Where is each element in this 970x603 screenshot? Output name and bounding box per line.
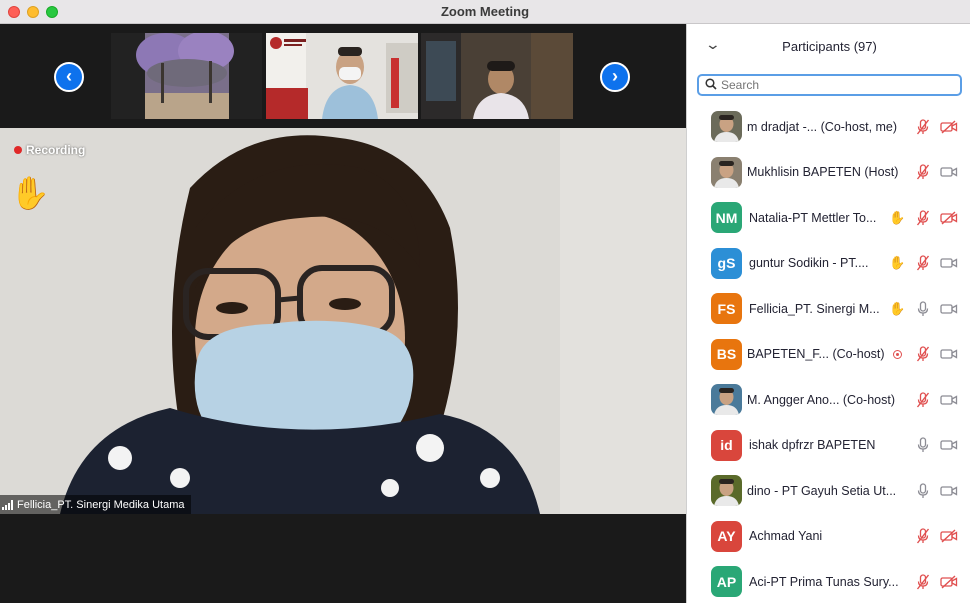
video-icon[interactable]	[940, 302, 958, 316]
participant-video-thumbnail[interactable]	[421, 33, 573, 119]
participant-name: M. Angger Ano... (Co-host)	[747, 392, 895, 407]
participant-row[interactable]: AY Achmad Yani	[687, 514, 970, 560]
raised-hand-icon: ✋	[10, 175, 50, 211]
avatar: AY	[711, 520, 742, 552]
chevron-left-icon: ‹	[66, 66, 72, 86]
participants-panel: ⌄ Participants (97) m dradjat -... (Co-h…	[686, 24, 970, 603]
search-icon	[705, 77, 717, 93]
video-icon[interactable]	[940, 347, 958, 361]
participant-name: guntur Sodikin - PT....	[749, 256, 869, 271]
participant-row[interactable]: id ishak dpfrzr BAPETEN	[687, 423, 970, 469]
participant-name: Mukhlisin BAPETEN (Host)	[747, 165, 899, 180]
participant-row[interactable]: AP Aci-PT Prima Tunas Sury...	[687, 559, 970, 603]
mic-muted-icon[interactable]	[916, 528, 930, 544]
mic-muted-icon[interactable]	[916, 210, 930, 226]
avatar: gS	[711, 247, 742, 279]
mic-icon[interactable]	[916, 483, 930, 499]
avatar	[711, 384, 742, 416]
panel-header: ⌄ Participants (97)	[687, 24, 970, 68]
mic-muted-icon[interactable]	[916, 119, 930, 135]
avatar: id	[711, 429, 742, 461]
participant-row[interactable]: Mukhlisin BAPETEN (Host)	[687, 150, 970, 196]
raised-hand-icon: ✋	[889, 255, 906, 271]
participant-row[interactable]: FS Fellicia_PT. Sinergi M... ✋	[687, 286, 970, 332]
avatar: AP	[711, 566, 742, 598]
gallery-strip: ‹ ›	[0, 24, 686, 128]
recording-status-icon	[893, 349, 902, 359]
gallery-prev-button[interactable]: ‹	[54, 62, 84, 92]
chevron-right-icon: ›	[612, 66, 618, 86]
participant-video-thumbnail[interactable]	[111, 33, 262, 119]
raised-hand-icon: ✋	[889, 209, 906, 225]
video-icon[interactable]	[940, 256, 958, 270]
mic-icon[interactable]	[916, 437, 930, 453]
participant-name: Aci-PT Prima Tunas Sury...	[749, 574, 899, 589]
video-icon[interactable]	[940, 484, 958, 498]
participant-video-thumbnail[interactable]	[266, 33, 418, 119]
search-box[interactable]	[697, 74, 962, 96]
speaker-video-image	[0, 128, 686, 514]
video-off-icon[interactable]	[940, 120, 958, 134]
avatar: FS	[711, 293, 742, 325]
mic-muted-icon[interactable]	[916, 255, 930, 271]
video-icon[interactable]	[940, 438, 958, 452]
participant-row[interactable]: m dradjat -... (Co-host, me)	[687, 104, 970, 150]
participant-name: ishak dpfrzr BAPETEN	[749, 438, 876, 453]
participant-name: dino - PT Gayuh Setia Ut...	[747, 483, 897, 498]
mic-muted-icon[interactable]	[916, 346, 930, 362]
participant-name: m dradjat -... (Co-host, me)	[747, 119, 898, 134]
participant-name: BAPETEN_F... (Co-host)	[747, 347, 885, 362]
title-bar: Zoom Meeting	[0, 0, 970, 24]
host-video-image	[266, 33, 418, 119]
participant-row[interactable]: BS BAPETEN_F... (Co-host)	[687, 332, 970, 378]
mic-muted-icon[interactable]	[916, 574, 930, 590]
participant-row[interactable]: dino - PT Gayuh Setia Ut...	[687, 468, 970, 514]
participant-name: Achmad Yani	[749, 529, 823, 544]
recording-indicator: Recording	[14, 143, 85, 157]
recording-dot-icon	[14, 146, 22, 154]
video-off-icon[interactable]	[940, 529, 958, 543]
video-area: ‹ › Recording ✋ Fellicia_PT. Sinergi Med…	[0, 24, 686, 603]
avatar: NM	[711, 202, 742, 234]
video-off-icon[interactable]	[940, 211, 958, 225]
mic-icon[interactable]	[916, 301, 930, 317]
recording-label: Recording	[26, 143, 86, 157]
raised-hand-icon: ✋	[889, 300, 906, 316]
mic-muted-icon[interactable]	[916, 164, 930, 180]
avatar	[711, 156, 742, 188]
mic-muted-icon[interactable]	[916, 392, 930, 408]
participant-name: Natalia-PT Mettler To...	[749, 210, 877, 225]
participant-list: m dradjat -... (Co-host, me) Mukhlisin BA…	[687, 104, 970, 603]
participant-video-image	[421, 33, 573, 119]
search-input[interactable]	[721, 78, 941, 92]
video-icon[interactable]	[940, 165, 958, 179]
video-icon[interactable]	[940, 393, 958, 407]
signal-strength-icon	[2, 500, 13, 510]
trees-background-image	[111, 33, 262, 119]
speaker-name-tag: Fellicia_PT. Sinergi Medika Utama	[0, 495, 191, 514]
speaker-name: Fellicia_PT. Sinergi Medika Utama	[17, 499, 185, 511]
avatar	[711, 111, 742, 143]
participant-name: Fellicia_PT. Sinergi M...	[749, 301, 880, 316]
participant-row[interactable]: M. Angger Ano... (Co-host)	[687, 377, 970, 423]
avatar	[711, 475, 742, 507]
zoom-window: Zoom Meeting ‹ › Recording ✋ Fellicia_PT…	[0, 0, 970, 603]
avatar: BS	[711, 338, 742, 370]
video-off-icon[interactable]	[940, 575, 958, 589]
participants-title: Participants (97)	[782, 39, 877, 54]
gallery-next-button[interactable]: ›	[600, 62, 630, 92]
participant-row[interactable]: NM Natalia-PT Mettler To... ✋	[687, 195, 970, 241]
window-title: Zoom Meeting	[440, 4, 530, 19]
active-speaker-video[interactable]: Recording ✋ Fellicia_PT. Sinergi Medika …	[0, 128, 686, 514]
participant-row[interactable]: gS guntur Sodikin - PT.... ✋	[687, 241, 970, 287]
